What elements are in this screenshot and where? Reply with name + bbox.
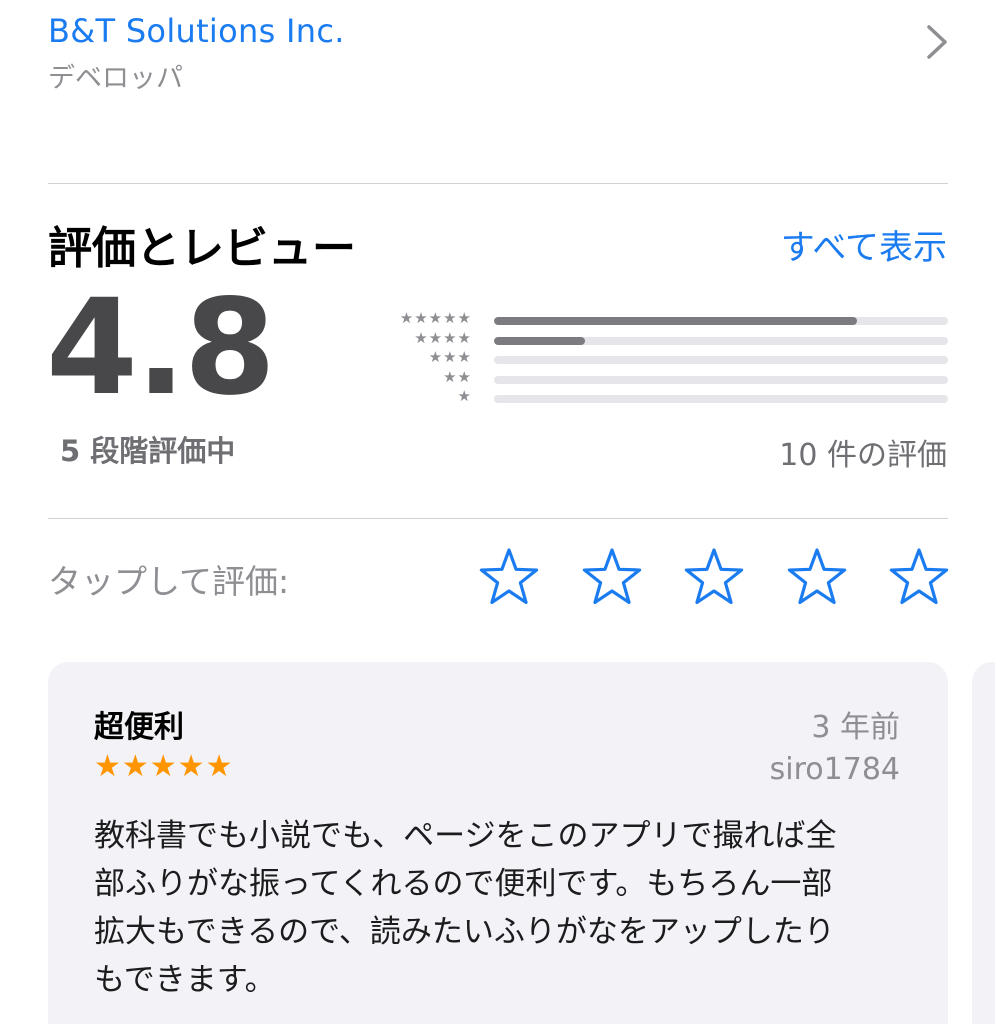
star-outline-icon[interactable]: [579, 544, 645, 610]
histogram-stars-5: ★★★★★: [399, 309, 472, 327]
histogram-bar-4: [494, 336, 585, 345]
divider: [48, 183, 948, 184]
developer-role-label: デベロッパ: [48, 63, 183, 94]
histogram-row-3: ★★★: [370, 349, 950, 369]
histogram-stars-4: ★★★★: [414, 328, 472, 347]
rating-scale-label: 5 段階評価中: [60, 434, 236, 468]
ratings-count: 10 件の評価: [779, 438, 947, 473]
average-rating: 4.8: [46, 271, 276, 425]
star-outline-icon[interactable]: [681, 544, 747, 610]
review-author: siro1784: [769, 752, 900, 787]
histogram-track: [494, 375, 948, 384]
review-body-line: 拡大もできるので、読みたいふりがなをアップしたり: [94, 914, 835, 950]
review-body-line: もできます。: [94, 962, 276, 998]
histogram-row-5: ★★★★★: [370, 310, 950, 330]
histogram-row-2: ★★: [370, 369, 950, 389]
next-review-card-peek[interactable]: [972, 662, 995, 1024]
review-body-line: 部ふりがな振ってくれるので便利です。もちろん一部: [94, 866, 833, 902]
developer-name[interactable]: B&T Solutions Inc.: [48, 12, 345, 50]
histogram-stars-3: ★★★: [428, 348, 472, 366]
star-outline-icon[interactable]: [784, 544, 850, 610]
histogram-track: [494, 317, 948, 325]
review-body: 教科書でも小説でも、ページをこのアプリで撮れば全 部ふりがな振ってくれるので便利…: [94, 812, 894, 1004]
section-title: 評価とレビュー: [48, 223, 356, 274]
star-outline-icon[interactable]: [886, 544, 952, 610]
tap-to-rate-stars[interactable]: [476, 544, 952, 610]
divider: [48, 518, 948, 519]
histogram-stars-1: ★: [457, 387, 472, 405]
histogram-stars-2: ★★: [443, 367, 472, 386]
histogram-track: [494, 395, 948, 403]
review-card[interactable]: 超便利 3 年前 ★★★★★ siro1784 教科書でも小説でも、ページをこの…: [48, 662, 948, 1024]
rating-histogram: ★★★★★ ★★★★ ★★★ ★★ ★: [370, 310, 950, 408]
histogram-track: [494, 336, 948, 345]
histogram-track: [494, 356, 948, 364]
chevron-right-icon[interactable]: [926, 24, 948, 60]
see-all-link[interactable]: すべて表示: [781, 220, 947, 269]
tap-to-rate-label: タップして評価:: [48, 562, 290, 601]
star-outline-icon[interactable]: [476, 544, 542, 610]
review-date: 3 年前: [811, 710, 900, 745]
histogram-bar-5: [494, 317, 858, 325]
review-star-rating: ★★★★★: [94, 749, 234, 784]
histogram-row-4: ★★★★: [370, 330, 950, 350]
review-body-line: 教科書でも小説でも、ページをこのアプリで撮れば全: [94, 818, 837, 854]
app-store-ratings-page: B&T Solutions Inc. デベロッパ 評価とレビュー すべて表示 4…: [0, 0, 995, 1024]
review-title: 超便利: [94, 710, 184, 745]
developer-row[interactable]: B&T Solutions Inc. デベロッパ: [48, 8, 948, 98]
histogram-row-1: ★: [370, 388, 950, 408]
